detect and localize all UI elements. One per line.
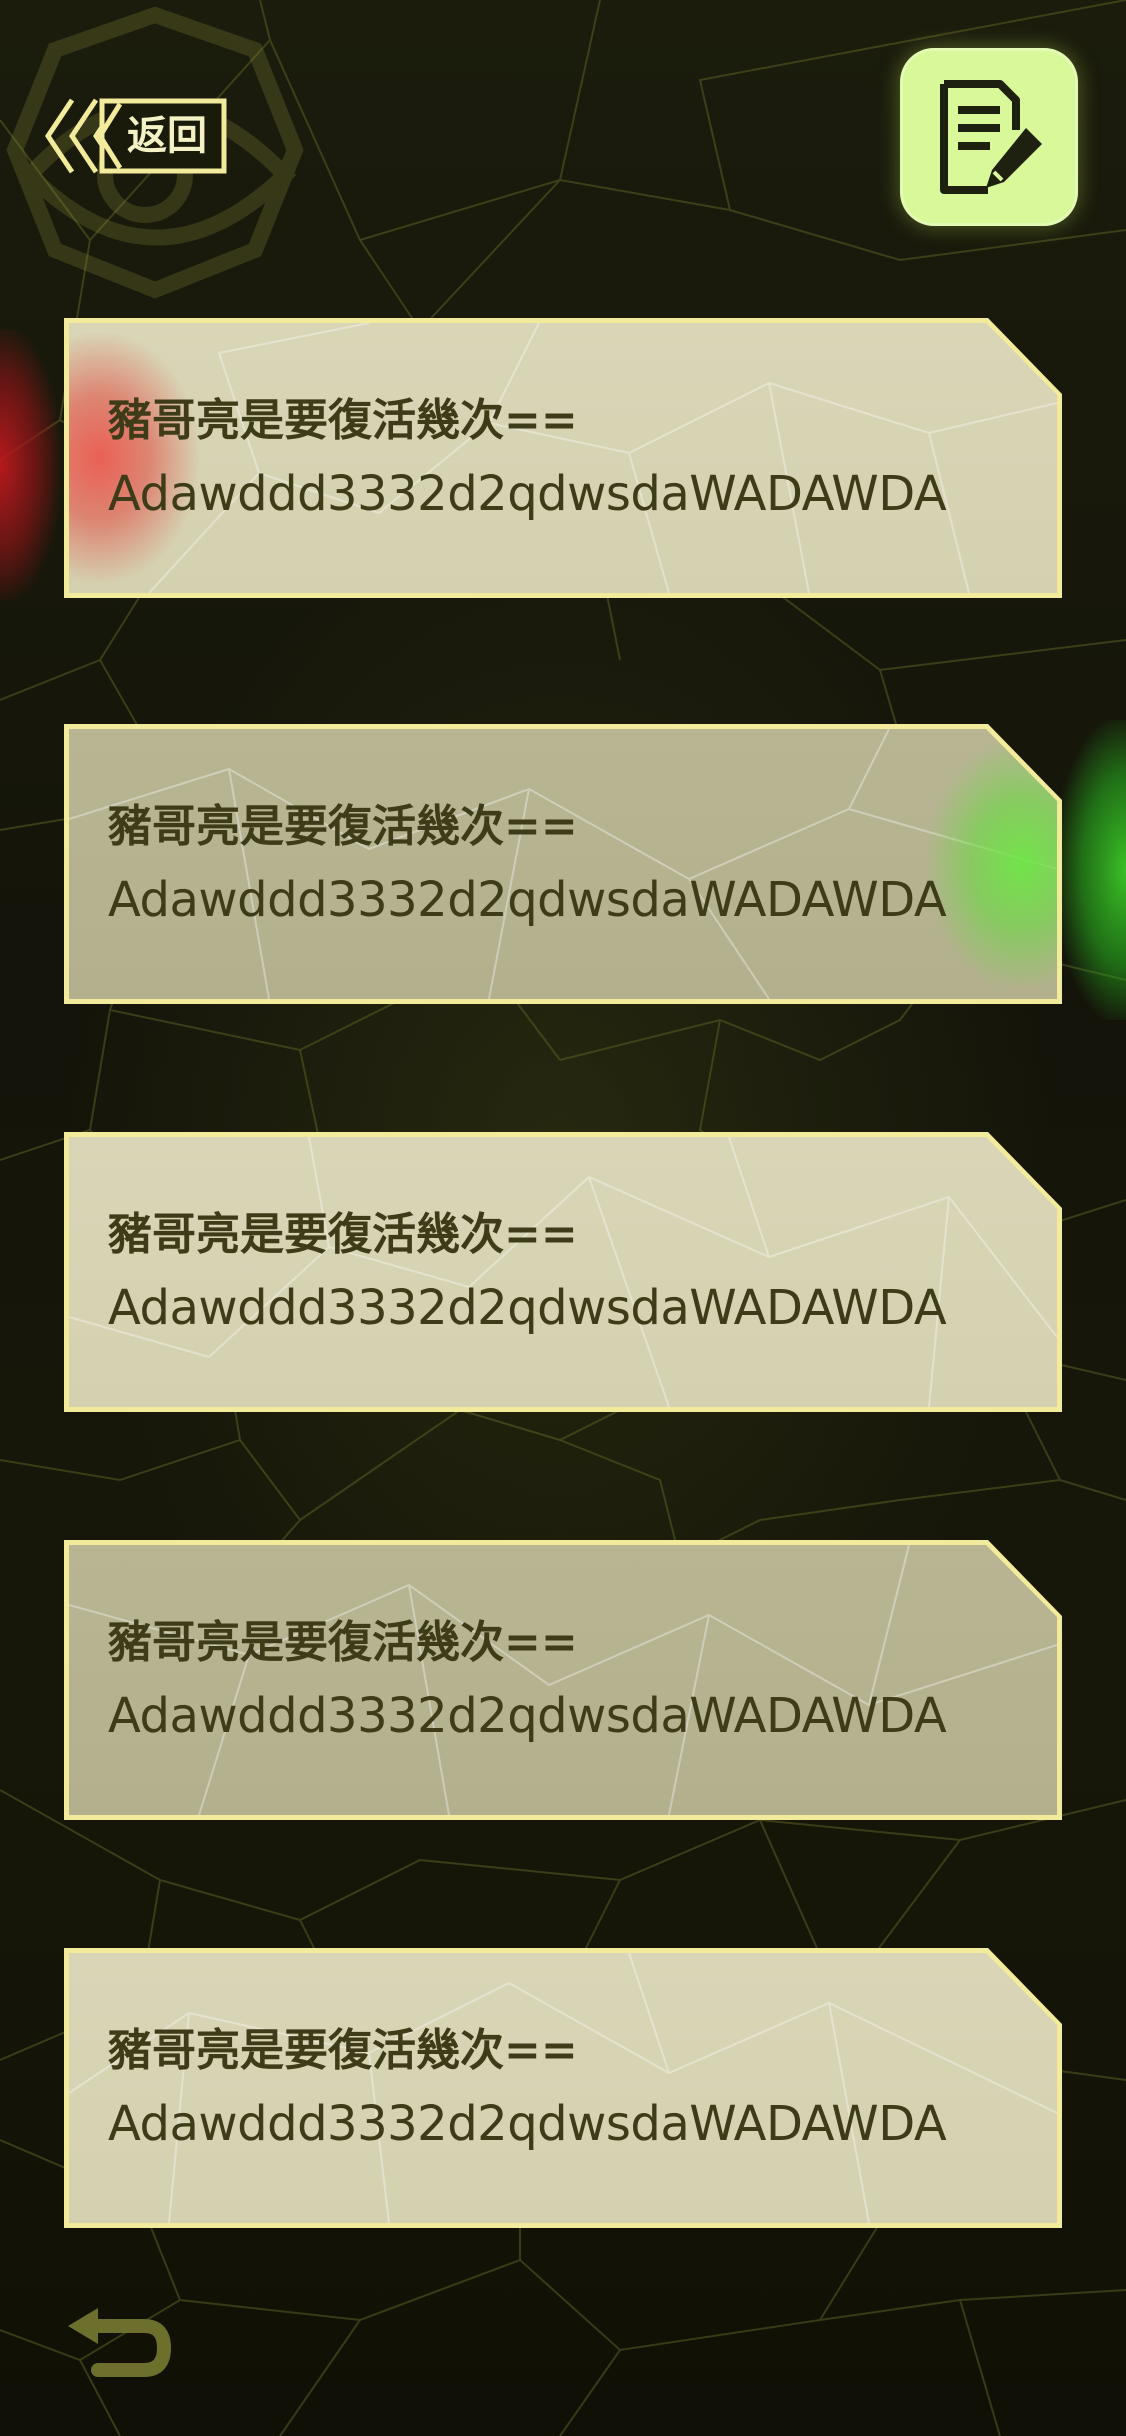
message-card[interactable]: 豬哥亮是要復活幾次== Adawddd3332d2qdwsdaWADAWDA [64,1948,1062,2228]
card-face [69,1953,1057,2223]
card-pattern [69,1953,1057,2223]
card-title: 豬哥亮是要復活幾次== [108,395,578,446]
message-card[interactable]: 豬哥亮是要復活幾次== Adawddd3332d2qdwsdaWADAWDA [64,1540,1062,1820]
card-face [69,1137,1057,1407]
card-code: Adawddd3332d2qdwsdaWADAWDA [108,2096,947,2152]
card-code: Adawddd3332d2qdwsdaWADAWDA [108,1280,947,1336]
card-pattern [148,323,1057,593]
card-code: Adawddd3332d2qdwsdaWADAWDA [108,466,947,522]
card-title: 豬哥亮是要復活幾次== [108,1209,578,1260]
card-code: Adawddd3332d2qdwsdaWADAWDA [108,872,947,928]
card-face [69,729,1057,999]
green-status-glow [927,739,1057,989]
undo-button[interactable] [64,2304,174,2384]
card-code: Adawddd3332d2qdwsdaWADAWDA [108,1688,947,1744]
message-list: 豬哥亮是要復活幾次== Adawddd3332d2qdwsdaWADAWDA 豬… [0,0,1126,2436]
card-pattern [69,729,1057,999]
red-status-glow [69,333,199,583]
card-face [69,323,1057,593]
message-card[interactable]: 豬哥亮是要復活幾次== Adawddd3332d2qdwsdaWADAWDA [64,724,1062,1004]
undo-arrow-icon [68,2308,171,2377]
card-title: 豬哥亮是要復活幾次== [108,2025,578,2076]
message-card[interactable]: 豬哥亮是要復活幾次== Adawddd3332d2qdwsdaWADAWDA [64,1132,1062,1412]
card-title: 豬哥亮是要復活幾次== [108,801,578,852]
card-pattern [69,1545,1057,1815]
message-card[interactable]: 豬哥亮是要復活幾次== Adawddd3332d2qdwsdaWADAWDA [64,318,1062,598]
card-title: 豬哥亮是要復活幾次== [108,1617,578,1668]
card-face [69,1545,1057,1815]
card-pattern [69,1137,1057,1407]
